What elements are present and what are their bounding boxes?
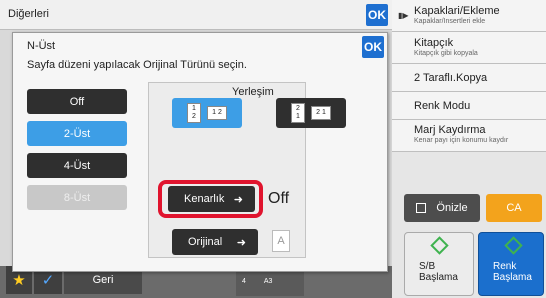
start-bw-label-1: S/B — [419, 261, 436, 272]
arrow-right-icon: ➜ — [236, 236, 246, 249]
menu-item-margin-shift-label: Marj Kaydırma — [414, 124, 486, 136]
layout-label: Yerleşim — [232, 86, 274, 98]
menu-item-covers-sub: Kapaklar/Insertleri ekle — [414, 18, 486, 25]
dialog-title: N-Üst — [27, 40, 56, 52]
page-portrait-icon: 1 2 — [187, 103, 201, 123]
page-number: 1 — [212, 109, 217, 116]
preview-icon — [416, 203, 427, 213]
menu-item-margin-shift[interactable]: Marj Kaydırma Kenar payı için konumu kay… — [392, 120, 546, 152]
preview-label: Önizle — [436, 202, 468, 214]
ca-button[interactable]: CA — [486, 194, 542, 222]
start-bw-label: S/B Başlama — [419, 261, 458, 283]
page-number: 1 — [296, 113, 300, 120]
menu-item-duplex[interactable]: 2 Taraflı.Kopya — [392, 64, 546, 92]
menu-item-covers[interactable]: ▮▶ Kapaklari/Ekleme Kapaklar/Insertleri … — [392, 0, 546, 32]
play-arrow-icon: ▮▶ — [398, 11, 409, 20]
layout-option-a[interactable]: 1 2 1 2 — [172, 98, 242, 128]
option-8up-button: 8-Üst — [27, 185, 127, 210]
page-number: 2 — [192, 113, 196, 120]
menu-item-margin-shift-sub: Kenar payı için konumu kaydır — [414, 137, 509, 144]
option-2up-button[interactable]: 2-Üst — [27, 121, 127, 146]
base-header: Diğerleri — [0, 0, 392, 30]
menu-item-color-mode[interactable]: Renk Modu — [392, 92, 546, 120]
tray-number: 4 — [242, 278, 246, 285]
tray-row-4: 4 A3 — [242, 278, 272, 285]
menu-item-duplex-label: 2 Taraflı.Kopya — [414, 72, 488, 84]
page-number: 2 — [217, 109, 222, 116]
start-color-label: Renk Başlama — [493, 261, 532, 283]
menu-item-booklet-sub: Kitapçık gibi kopyala — [414, 50, 478, 57]
start-bw-label-2: Başlama — [419, 272, 458, 283]
start-bw-button[interactable]: S/B Başlama — [404, 232, 474, 296]
option-4up-button[interactable]: 4-Üst — [27, 153, 127, 178]
dialog-ok-button[interactable]: OK — [362, 36, 384, 58]
tray-size: A3 — [263, 278, 273, 285]
border-value: Off — [268, 190, 290, 207]
start-color-label-2: Başlama — [493, 272, 532, 283]
page-number: 2 — [296, 105, 300, 112]
menu-item-covers-label: Kapaklari/Ekleme — [414, 5, 500, 17]
page-number: 2 — [316, 109, 321, 116]
base-ok-button[interactable]: OK — [366, 4, 388, 26]
menu-item-color-mode-label: Renk Modu — [414, 100, 471, 112]
start-diamond-icon — [430, 236, 449, 255]
page-landscape-icon: 2 1 — [311, 106, 331, 120]
menu-item-booklet-label: Kitapçık — [414, 37, 454, 49]
dialog-instruction: Sayfa düzeni yapılacak Orijinal Türünü s… — [27, 59, 247, 71]
start-color-button[interactable]: Renk Başlama — [478, 232, 544, 296]
start-diamond-icon — [504, 236, 523, 255]
layout-option-b[interactable]: 2 1 2 1 — [276, 98, 346, 128]
page-number: 1 — [321, 109, 326, 116]
original-label: Orijinal — [188, 236, 223, 248]
menu-item-booklet[interactable]: Kitapçık Kitapçık gibi kopyala — [392, 32, 546, 64]
page-portrait-icon: 2 1 — [291, 103, 305, 123]
option-off-button[interactable]: Off — [27, 89, 127, 114]
original-button[interactable]: Orijinal ➜ — [172, 229, 258, 255]
base-title: Diğerleri — [8, 8, 49, 20]
page-number: 1 — [192, 105, 196, 112]
page-landscape-icon: 1 2 — [207, 106, 227, 120]
border-highlight — [158, 180, 263, 218]
preview-button[interactable]: Önizle — [404, 194, 480, 222]
start-color-label-1: Renk — [493, 261, 517, 272]
original-icon: A — [272, 230, 290, 252]
